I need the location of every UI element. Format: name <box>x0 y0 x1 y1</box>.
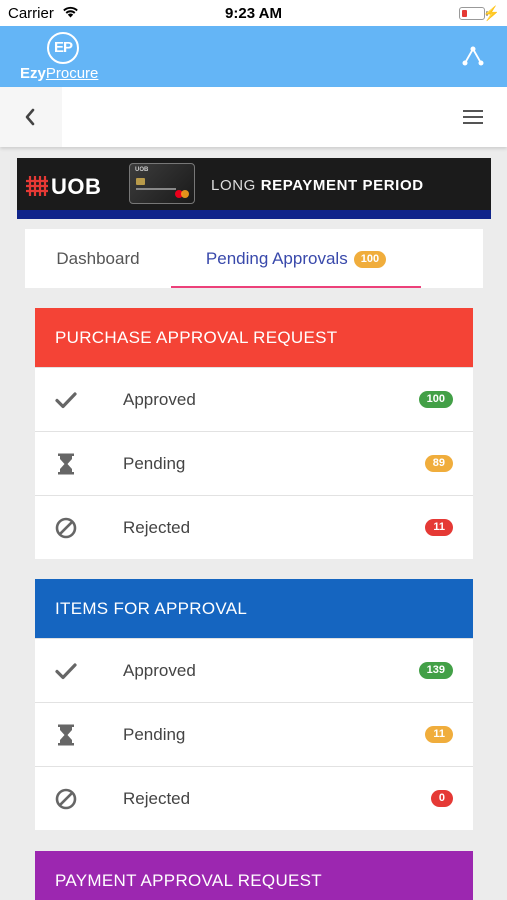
mastercard-icon <box>175 190 189 198</box>
row-label: Rejected <box>123 518 191 537</box>
list-item-rejected[interactable]: Rejected 11 <box>35 495 473 559</box>
charging-icon: ⚡ <box>482 5 500 21</box>
row-label: Approved <box>123 661 196 680</box>
check-icon <box>55 663 77 680</box>
banner-tagline: LONG REPAYMENT PERIOD <box>211 177 424 194</box>
count-badge: 139 <box>418 662 453 679</box>
count-badge: 0 <box>430 790 453 807</box>
brand-name: EzyProcure <box>20 65 99 82</box>
tab-pending-approvals[interactable]: Pending Approvals 100 <box>171 229 421 288</box>
battery-icon <box>459 7 488 20</box>
status-bar: Carrier 9:23 AM ⚡ <box>0 0 507 26</box>
section-header: PURCHASE APPROVAL REQUEST <box>35 308 473 367</box>
hourglass-icon <box>58 724 74 746</box>
tab-bar: Dashboard Pending Approvals 100 <box>25 229 483 288</box>
bank-name: UOB <box>51 174 102 199</box>
app-logo[interactable]: EP EzyProcure <box>20 32 110 82</box>
back-button[interactable] <box>0 87 62 147</box>
list-item-rejected[interactable]: Rejected 0 <box>35 766 473 830</box>
clock: 9:23 AM <box>225 5 282 22</box>
section-header: ITEMS FOR APPROVAL <box>35 579 473 638</box>
tab-dashboard[interactable]: Dashboard <box>25 229 171 288</box>
list-item-pending[interactable]: Pending 89 <box>35 431 473 495</box>
count-badge: 100 <box>418 391 453 408</box>
block-icon <box>55 788 77 810</box>
chevron-left-icon <box>25 108 35 126</box>
purchase-approval-section: PURCHASE APPROVAL REQUEST Approved 100 P… <box>35 308 473 559</box>
logo-mark: EP <box>47 32 79 64</box>
app-header: EP EzyProcure <box>0 26 507 87</box>
payment-approval-section: PAYMENT APPROVAL REQUEST <box>35 851 473 900</box>
section-header: PAYMENT APPROVAL REQUEST <box>35 851 473 900</box>
row-label: Pending <box>123 454 186 473</box>
items-approval-section: ITEMS FOR APPROVAL Approved 139 Pending … <box>35 579 473 830</box>
row-label: Rejected <box>123 789 191 808</box>
hamburger-menu-icon[interactable] <box>463 110 483 124</box>
credit-card-image: UOB <box>129 163 195 204</box>
row-label: Pending <box>123 725 186 744</box>
list-item-approved[interactable]: Approved 100 <box>35 367 473 431</box>
row-label: Approved <box>123 390 196 409</box>
list-item-pending[interactable]: Pending 11 <box>35 702 473 766</box>
org-tree-icon[interactable] <box>461 44 485 68</box>
block-icon <box>55 517 77 539</box>
count-badge: 89 <box>424 455 453 472</box>
count-badge: 11 <box>425 726 453 743</box>
list-item-approved[interactable]: Approved 139 <box>35 638 473 702</box>
count-badge: 11 <box>425 519 453 536</box>
uob-banner-ad[interactable]: UOB UOB LONG REPAYMENT PERIOD <box>17 158 491 219</box>
uob-logo-icon <box>26 176 48 196</box>
nav-bar <box>0 87 507 147</box>
pending-count-badge: 100 <box>353 251 387 269</box>
hourglass-icon <box>58 453 74 475</box>
check-icon <box>55 392 77 409</box>
